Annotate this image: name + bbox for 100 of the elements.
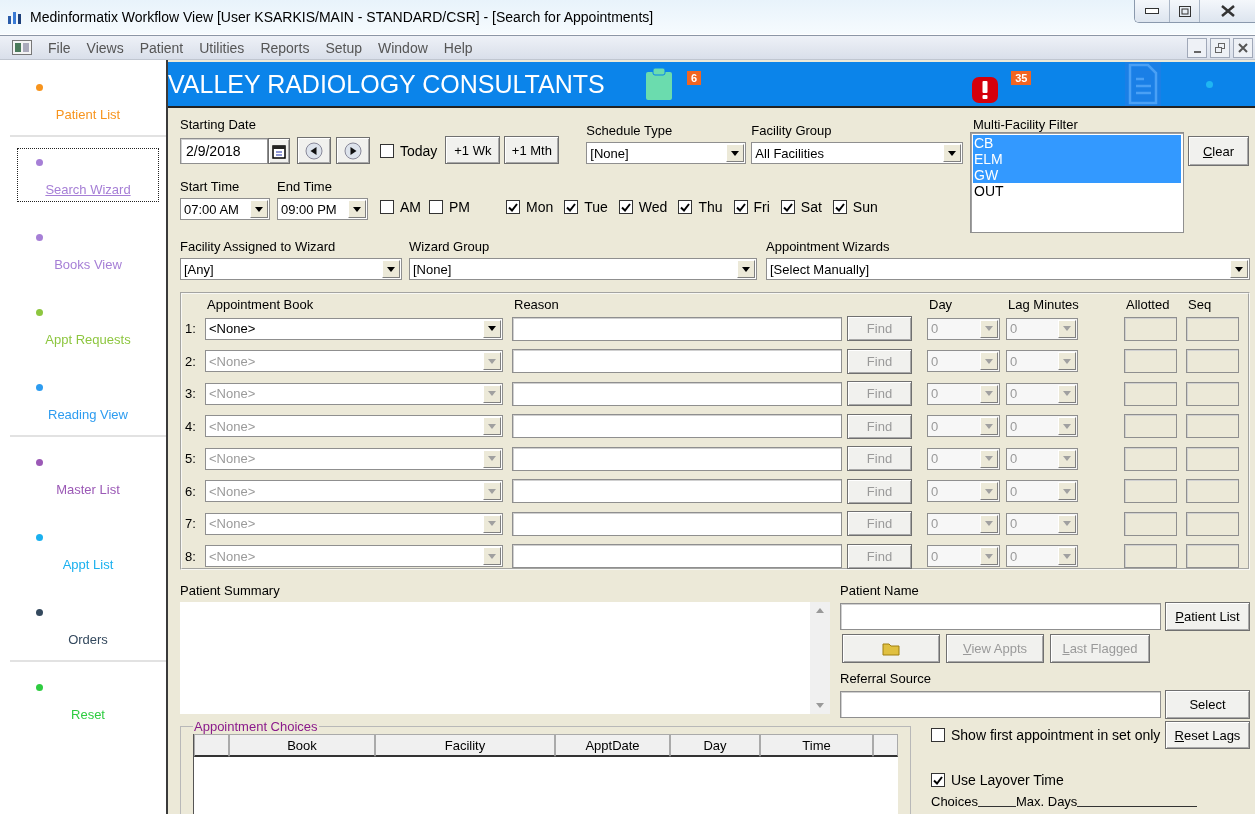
checkbox[interactable] [931, 773, 945, 787]
sidebar-item[interactable]: Reset [17, 672, 159, 727]
appointment-wizards-select[interactable]: [Select Manually] [766, 258, 1250, 280]
field-label: Starting Date [180, 117, 257, 132]
list-item[interactable]: ELM [973, 151, 1181, 167]
checkbox[interactable] [380, 144, 394, 158]
checkbox[interactable] [506, 200, 520, 214]
patient-name-field[interactable] [840, 603, 1161, 630]
previous-button[interactable] [297, 137, 331, 164]
sidebar-item[interactable]: Search Wizard [17, 147, 159, 202]
minimize-icon [1193, 50, 1201, 53]
restore-button[interactable] [1210, 37, 1230, 58]
lag-minutes-select[interactable]: 0 [1006, 480, 1078, 502]
day-select[interactable]: 0 [927, 350, 1000, 372]
list-item[interactable]: CB [973, 135, 1181, 151]
minimize-button[interactable] [1135, 0, 1169, 22]
facility-group-select[interactable]: All Facilities [751, 142, 964, 164]
checkbox[interactable] [780, 200, 795, 214]
sidebar-item[interactable]: Appt List [17, 522, 159, 577]
caret-icon [943, 144, 962, 162]
facility-list[interactable]: CB ELM GW OUT [970, 132, 1184, 233]
column-header[interactable]: Book [229, 734, 375, 757]
reason-field[interactable] [512, 544, 842, 568]
referral-source-field[interactable] [840, 691, 1161, 718]
reason-field[interactable] [512, 446, 842, 471]
day-select[interactable]: 0 [927, 415, 1000, 437]
day-select[interactable]: 0 [927, 382, 1000, 405]
wizard-group-select[interactable]: [None] [409, 258, 757, 280]
lag-minutes-select[interactable]: 0 [1006, 447, 1078, 470]
clear-button[interactable]: Clear [1188, 136, 1249, 166]
column-header[interactable]: ApptDate [555, 734, 670, 757]
start-time-select[interactable]: 07:00 AM [180, 198, 270, 220]
lag-minutes-select[interactable]: 0 [1006, 545, 1078, 567]
patient-list-button[interactable]: Patient List [1165, 602, 1250, 631]
checkbox[interactable] [564, 200, 579, 214]
checkbox[interactable] [380, 200, 394, 214]
sidebar-item[interactable]: Appt Requests [17, 297, 159, 352]
sidebar-item[interactable]: Reading View [17, 372, 159, 427]
checkbox[interactable] [429, 200, 443, 214]
menu-item[interactable]: Patient [131, 39, 192, 56]
date-field[interactable]: 2/9/2018 [180, 138, 268, 164]
day-select[interactable]: 0 [927, 545, 1000, 567]
sidebar-item[interactable]: Books View [17, 222, 159, 277]
seq-field [1186, 381, 1239, 406]
list-item[interactable]: GW [973, 167, 1181, 183]
lag-minutes-select[interactable]: 0 [1006, 415, 1078, 437]
column-label: Seq [1188, 297, 1212, 312]
alert-icon[interactable] [971, 76, 1000, 104]
sidebar-item[interactable]: Orders [17, 597, 159, 652]
group-title: Appointment Choices [193, 719, 319, 734]
day-select[interactable]: 0 [927, 512, 1000, 535]
checkbox[interactable] [733, 200, 748, 214]
reason-field[interactable] [512, 479, 842, 503]
column-header[interactable]: Facility [375, 734, 555, 757]
end-time-select[interactable]: 09:00 PM [277, 198, 368, 220]
menu-item[interactable]: Setup [317, 39, 370, 56]
menu-item[interactable]: Help [435, 39, 481, 56]
reason-field[interactable] [512, 349, 842, 373]
column-header[interactable]: Time [760, 734, 873, 757]
maximize-button[interactable] [1169, 0, 1199, 22]
lag-minutes-select[interactable]: 0 [1006, 350, 1078, 372]
next-button[interactable] [336, 137, 370, 164]
patient-summary-field[interactable] [180, 602, 830, 714]
lag-minutes-select[interactable]: 0 [1006, 382, 1078, 405]
menu-item[interactable]: File [40, 39, 79, 56]
day-select[interactable]: 0 [927, 317, 1000, 340]
jump-button[interactable]: +1 Mth [504, 136, 560, 164]
close-button[interactable] [1199, 0, 1255, 22]
lag-minutes-select[interactable]: 0 [1006, 512, 1078, 535]
reason-field[interactable] [512, 414, 842, 438]
lag-minutes-select[interactable]: 0 [1006, 317, 1078, 340]
jump-button[interactable]: +1 Wk [445, 136, 501, 164]
checkbox[interactable] [931, 728, 945, 742]
sidebar-item[interactable]: Patient List [17, 72, 159, 127]
column-header[interactable]: Day [670, 734, 760, 757]
menu-item[interactable]: Utilities [191, 39, 253, 56]
seq-field [1186, 479, 1239, 503]
appointment-book-select[interactable]: <None> [205, 317, 503, 340]
menu-item[interactable]: Window [370, 39, 436, 56]
schedule-type-select[interactable]: [None] [586, 142, 747, 164]
window-menu-icon[interactable] [12, 40, 32, 55]
close-button[interactable] [1233, 37, 1253, 58]
list-item[interactable]: OUT [973, 183, 1181, 199]
calendar-button[interactable] [268, 138, 290, 164]
menu-item[interactable]: Reports [252, 39, 318, 56]
facility-assigned-select[interactable]: [Any] [180, 258, 402, 280]
count-badge: 6 [687, 71, 702, 85]
checkbox[interactable] [678, 200, 693, 214]
menu-item[interactable]: Views [78, 39, 132, 56]
clipboard-icon[interactable] [645, 68, 673, 100]
checkbox[interactable] [618, 200, 633, 214]
reason-field[interactable] [512, 381, 842, 406]
sidebar-item[interactable]: Master List [17, 447, 159, 502]
day-select[interactable]: 0 [927, 480, 1000, 502]
reset-lags-button[interactable]: Reset Lags [1165, 721, 1250, 749]
checkbox[interactable] [832, 200, 847, 214]
reason-field[interactable] [512, 316, 842, 341]
reason-field[interactable] [512, 511, 842, 536]
day-select[interactable]: 0 [927, 447, 1000, 470]
select-button[interactable]: Select [1165, 690, 1250, 719]
